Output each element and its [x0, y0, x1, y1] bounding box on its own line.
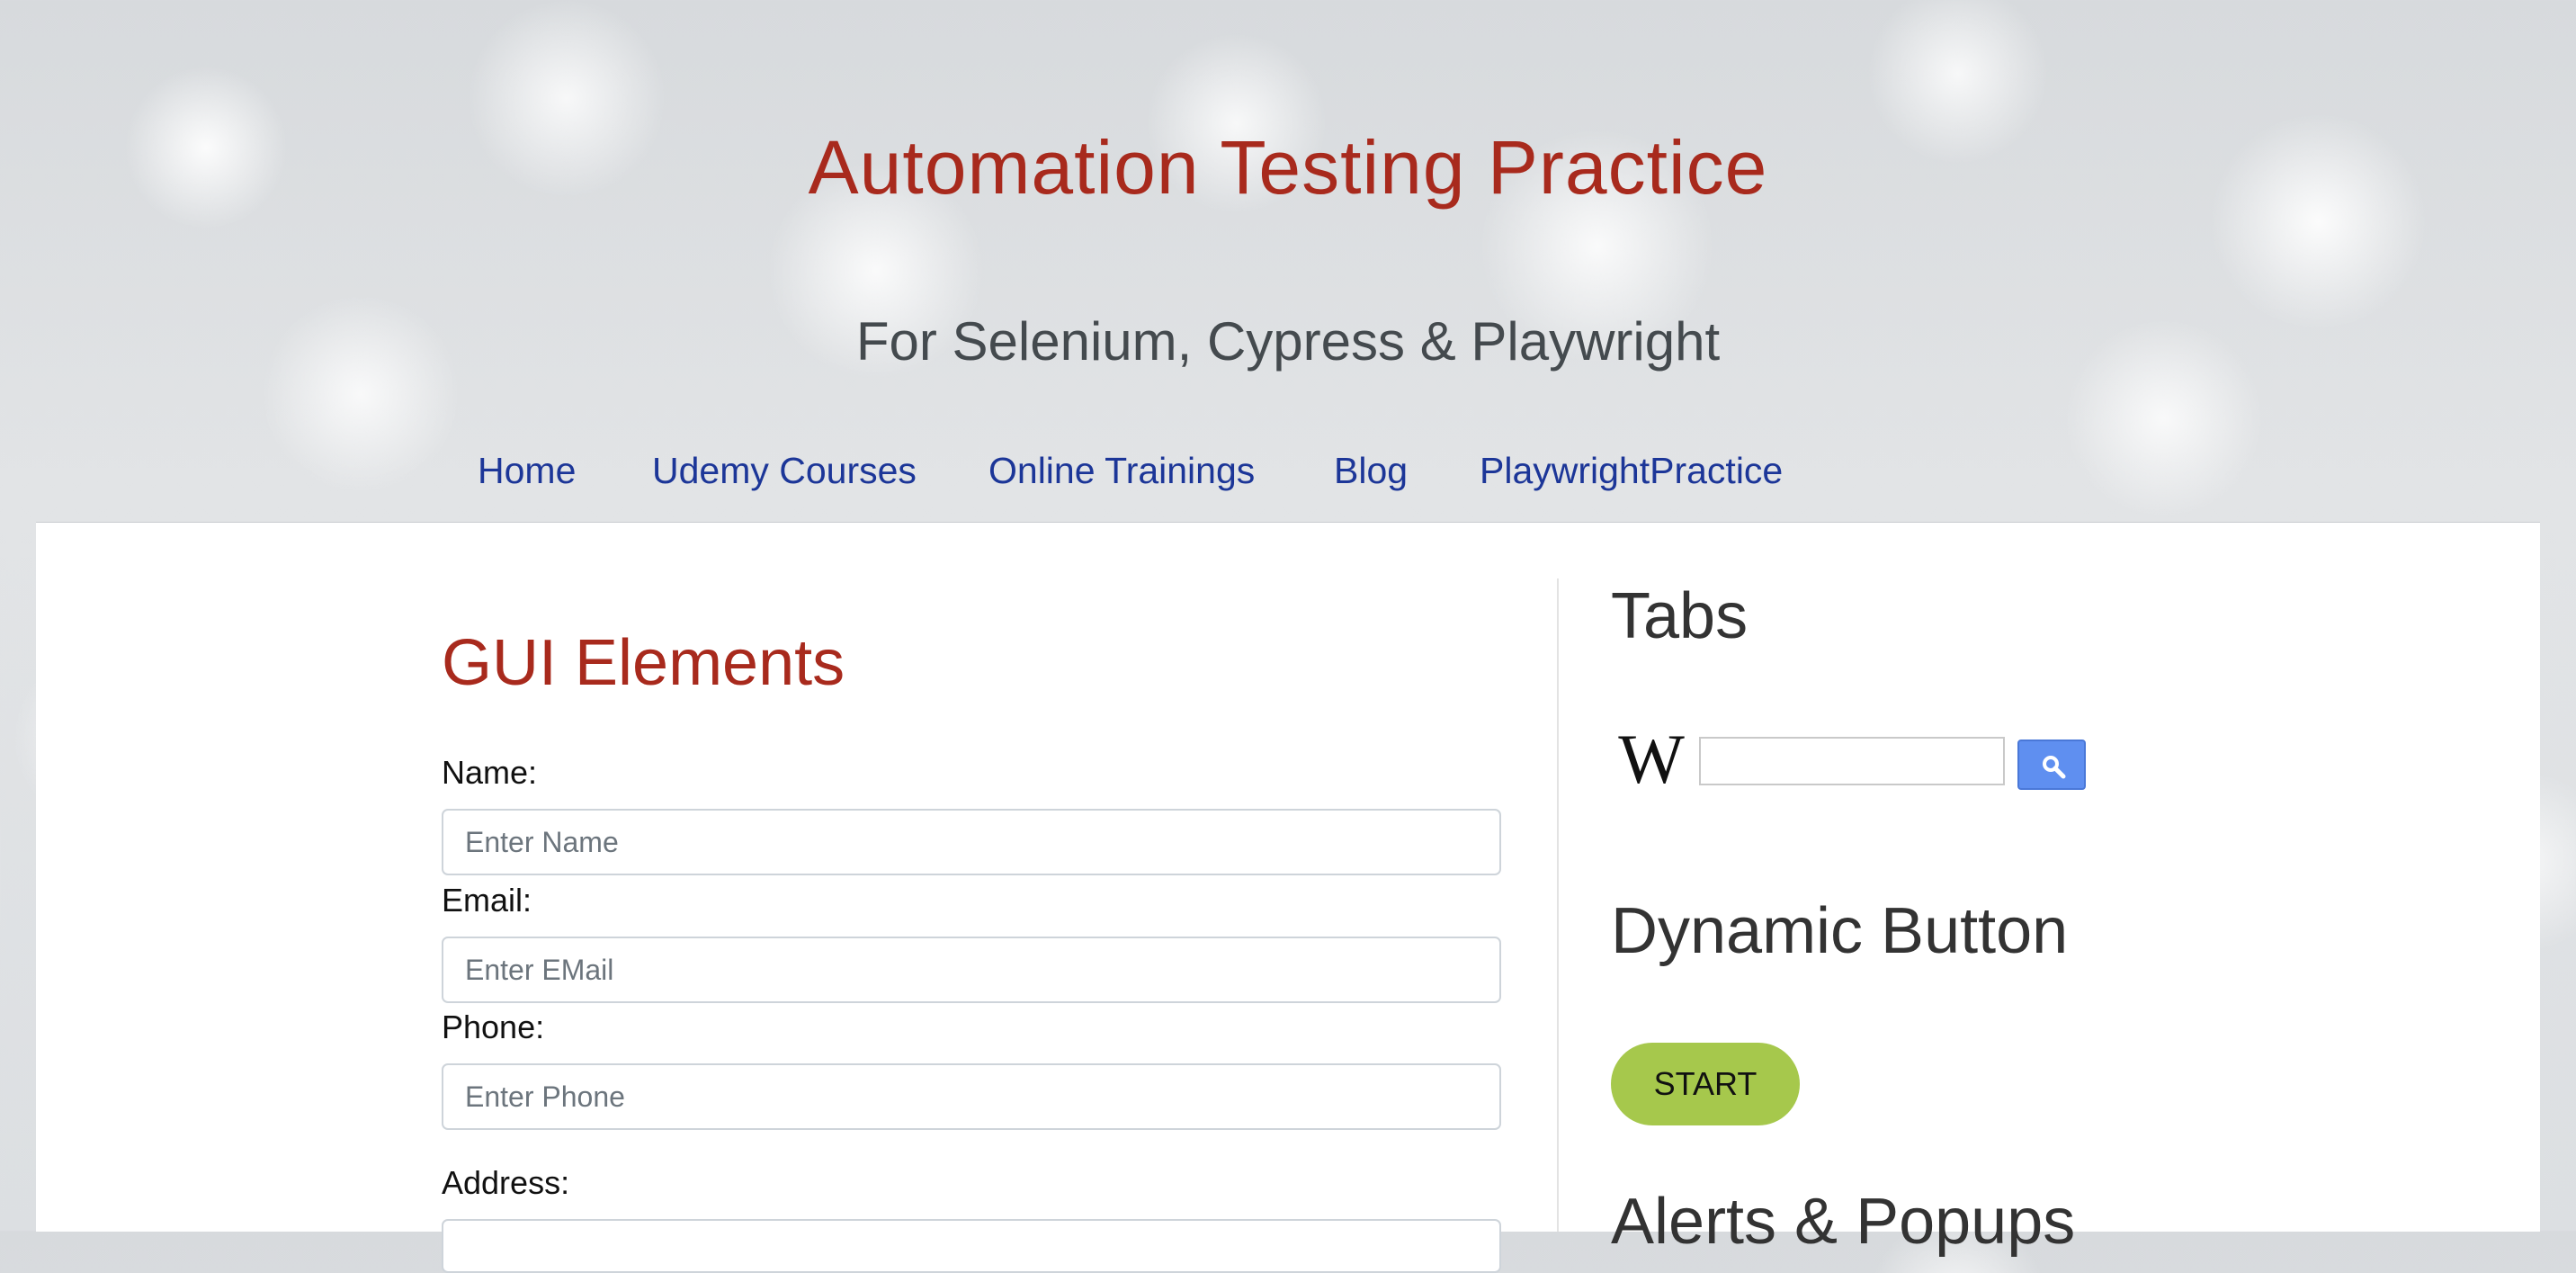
nav-blog-link[interactable]: Blog [1334, 450, 1408, 492]
address-label: Address: [442, 1164, 570, 1201]
phone-label: Phone: [442, 1009, 545, 1045]
name-input[interactable] [442, 809, 1501, 875]
nav-udemy-courses-link[interactable]: Udemy Courses [652, 450, 917, 492]
main-content: GUI Elements Name: Email: Phone: Address… [36, 522, 2540, 1273]
gui-elements-title: GUI Elements [442, 627, 845, 699]
start-button[interactable]: START [1611, 1043, 1800, 1125]
wikipedia-logo-icon: W [1618, 720, 1685, 798]
name-label: Name: [442, 754, 538, 791]
tabs-title: Tabs [1611, 580, 1749, 652]
nav-playwright-practice-link[interactable]: PlaywrightPractice [1480, 450, 1783, 492]
wikipedia-search-input[interactable] [1699, 737, 2005, 785]
nav-home-link[interactable]: Home [478, 450, 576, 492]
phone-input[interactable] [442, 1063, 1501, 1130]
wikipedia-search-button[interactable] [2017, 740, 2086, 790]
column-divider [1557, 578, 1559, 1232]
site-title: Automation Testing Practice [808, 125, 1768, 210]
email-label: Email: [442, 882, 532, 919]
site-header: Automation Testing Practice For Selenium… [0, 0, 2576, 522]
dynamic-button-title: Dynamic Button [1611, 895, 2069, 967]
site-subtitle: For Selenium, Cypress & Playwright [855, 311, 1721, 372]
alerts-popups-title: Alerts & Popups [1611, 1186, 2076, 1258]
search-icon [2043, 756, 2066, 779]
nav-online-trainings-link[interactable]: Online Trainings [988, 450, 1255, 492]
email-input[interactable] [442, 937, 1501, 1003]
address-textarea[interactable] [442, 1219, 1501, 1273]
